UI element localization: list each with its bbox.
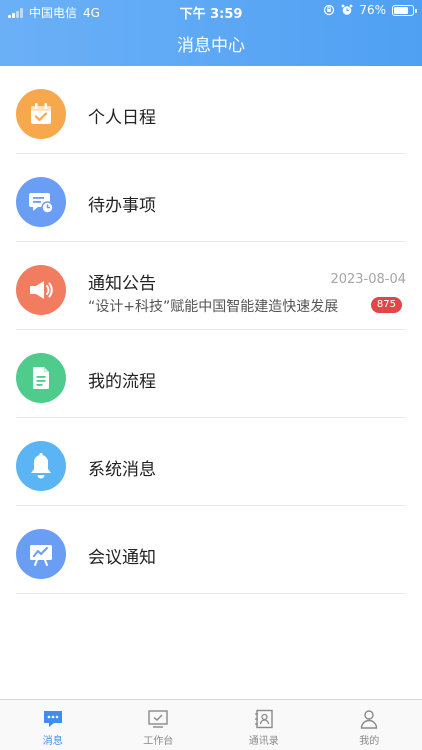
item-label: 我的流程	[88, 372, 156, 392]
bell-icon	[16, 441, 66, 491]
monitor-check-icon	[147, 709, 169, 729]
app-header: 中国电信 4G 下午 3:59 76% 消息中心	[0, 0, 422, 66]
item-label: 系统消息	[88, 460, 156, 480]
bottom-tab-bar: 消息 工作台 通讯录 我的	[0, 699, 422, 750]
list-item-personal-schedule[interactable]: 个人日程	[16, 66, 406, 154]
contacts-book-icon	[253, 709, 275, 729]
orientation-lock-icon	[324, 4, 335, 16]
list-item-meeting-notices[interactable]: 会议通知	[16, 506, 406, 594]
battery-icon	[392, 4, 417, 16]
item-label: 个人日程	[88, 108, 156, 128]
list-item-announcements[interactable]: 通知公告 “设计+科技”赋能中国智能建造快速发展 2023-08-04 875	[16, 242, 406, 330]
page-title: 消息中心	[177, 36, 245, 56]
tab-messages[interactable]: 消息	[0, 700, 106, 750]
message-category-list: 个人日程 待办事项 通知公告 “设计+科技”赋能中国智能建造快速发展 2023-…	[0, 66, 422, 594]
list-item-todo[interactable]: 待办事项	[16, 154, 406, 242]
chat-bubble-icon	[42, 709, 64, 729]
message-clock-icon	[16, 177, 66, 227]
announcement-date: 2023-08-04	[330, 272, 406, 287]
calendar-check-icon	[16, 89, 66, 139]
item-label: 待办事项	[88, 196, 156, 216]
megaphone-icon	[16, 265, 66, 315]
latest-announcement-preview: “设计+科技”赋能中国智能建造快速发展	[88, 299, 339, 315]
tab-label: 工作台	[143, 736, 174, 747]
alarm-clock-icon	[341, 4, 353, 15]
item-label: 会议通知	[88, 548, 156, 568]
tab-label: 通讯录	[248, 736, 279, 747]
person-icon	[358, 709, 380, 729]
battery-percent: 76%	[359, 3, 386, 17]
unread-count-badge: 875	[370, 297, 402, 313]
tab-me[interactable]: 我的	[317, 700, 422, 750]
list-item-my-workflow[interactable]: 我的流程	[16, 330, 406, 418]
tab-label: 我的	[359, 736, 380, 747]
presentation-board-icon	[16, 529, 66, 579]
item-label: 通知公告	[88, 274, 156, 294]
tab-label: 消息	[42, 736, 63, 747]
document-icon	[16, 353, 66, 403]
status-bar: 中国电信 4G 下午 3:59 76%	[0, 0, 422, 22]
tab-contacts[interactable]: 通讯录	[211, 700, 317, 750]
list-item-system-messages[interactable]: 系统消息	[16, 418, 406, 506]
tab-workbench[interactable]: 工作台	[106, 700, 212, 750]
